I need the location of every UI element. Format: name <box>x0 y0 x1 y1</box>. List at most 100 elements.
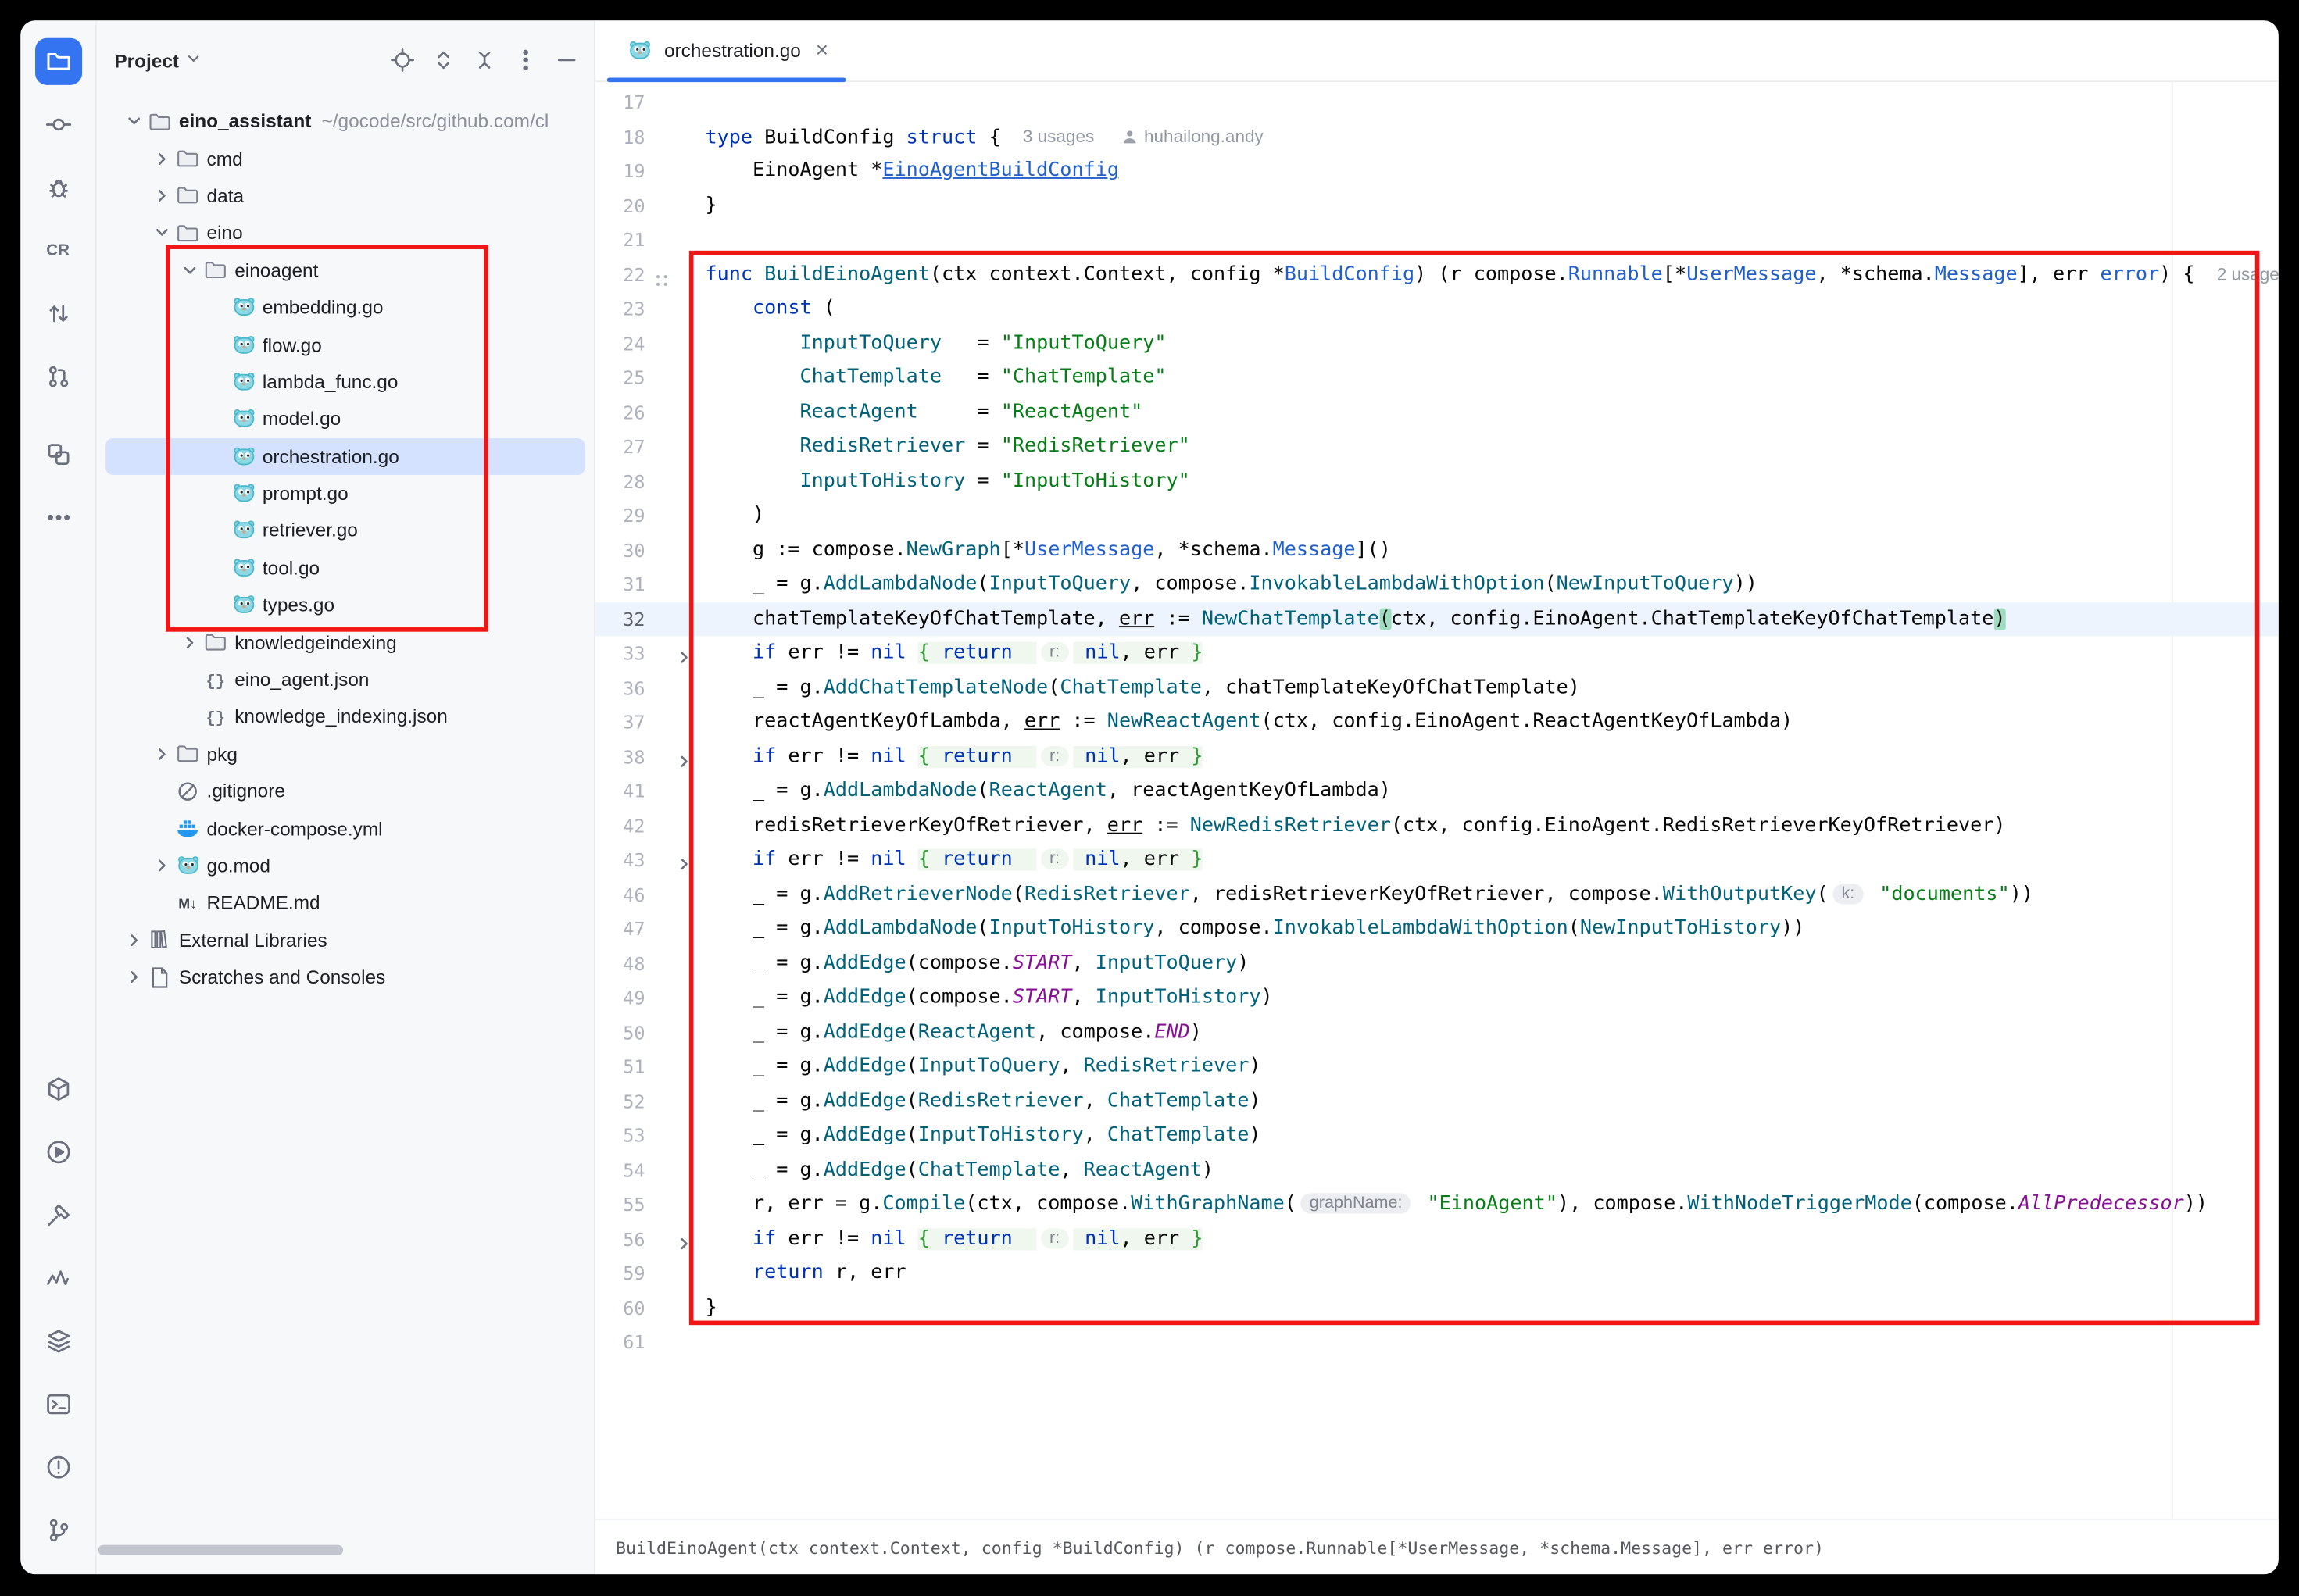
tree-item-orchestration-go[interactable]: orchestration.go <box>105 437 585 475</box>
tree-item-knowledge-indexing-json[interactable]: {}knowledge_indexing.json <box>105 698 585 736</box>
line-number[interactable]: 47 <box>595 912 645 946</box>
git-update-tool-button[interactable] <box>34 291 81 337</box>
code-line-27[interactable]: 27 RedisRetriever = "RedisRetriever" <box>595 430 2279 464</box>
tab-close-icon[interactable]: × <box>816 38 828 63</box>
tree-item-cmd[interactable]: cmd <box>105 140 585 177</box>
line-number[interactable]: 55 <box>595 1187 645 1222</box>
code-line-56[interactable]: 56 if err != nil { return r: nil, err } <box>595 1222 2279 1256</box>
line-number[interactable]: 21 <box>595 223 645 257</box>
line-number[interactable]: 51 <box>595 1049 645 1084</box>
line-number[interactable]: 29 <box>595 498 645 533</box>
tree-item-flow-go[interactable]: flow.go <box>105 326 585 363</box>
tree-item-model-go[interactable]: model.go <box>105 400 585 437</box>
code-line-51[interactable]: 51 _ = g.AddEdge(InputToQuery, RedisRetr… <box>595 1049 2279 1084</box>
code-line-29[interactable]: 29 ) <box>595 498 2279 533</box>
line-number[interactable]: 20 <box>595 188 645 223</box>
code-line-28[interactable]: 28 InputToHistory = "InputToHistory" <box>595 464 2279 498</box>
line-number[interactable]: 53 <box>595 1119 645 1153</box>
code-line-22[interactable]: 22func BuildEinoAgent(ctx context.Contex… <box>595 257 2279 291</box>
line-number[interactable]: 26 <box>595 395 645 430</box>
version-control-tool-button[interactable] <box>35 1507 82 1554</box>
tree-item-data[interactable]: data <box>105 177 585 215</box>
code-line-20[interactable]: 20} <box>595 188 2279 223</box>
build-tool-button[interactable] <box>35 1191 82 1238</box>
code-line-21[interactable]: 21 <box>595 223 2279 257</box>
line-number[interactable]: 46 <box>595 877 645 912</box>
code-line-31[interactable]: 31 _ = g.AddLambdaNode(InputToQuery, com… <box>595 567 2279 602</box>
code-line-23[interactable]: 23 const ( <box>595 291 2279 326</box>
code-review-tool-button[interactable]: CR <box>34 227 81 274</box>
tree-item-knowledgeindexing[interactable]: knowledgeindexing <box>105 623 585 661</box>
services-tool-button[interactable] <box>35 1318 82 1365</box>
line-number[interactable]: 28 <box>595 464 645 498</box>
code-line-59[interactable]: 59 return r, err <box>595 1256 2279 1291</box>
line-number[interactable]: 38 <box>595 740 645 774</box>
line-number[interactable]: 56 <box>595 1222 645 1256</box>
tree-item-lambda-func-go[interactable]: lambda_func.go <box>105 363 585 401</box>
line-number[interactable]: 18 <box>595 120 645 154</box>
code-line-52[interactable]: 52 _ = g.AddEdge(RedisRetriever, ChatTem… <box>595 1084 2279 1119</box>
tree-item-pkg[interactable]: pkg <box>105 735 585 773</box>
line-number[interactable]: 60 <box>595 1291 645 1325</box>
code-line-53[interactable]: 53 _ = g.AddEdge(InputToHistory, ChatTem… <box>595 1119 2279 1153</box>
line-number[interactable]: 41 <box>595 774 645 809</box>
parameter-hint[interactable]: graphName: <box>1301 1193 1411 1213</box>
project-panel-title[interactable]: Project <box>114 49 202 71</box>
code-line-43[interactable]: 43 if err != nil { return r: nil, err } <box>595 843 2279 877</box>
code-line-48[interactable]: 48 _ = g.AddEdge(compose.START, InputToQ… <box>595 946 2279 980</box>
tree-item-types-go[interactable]: types.go <box>105 587 585 624</box>
parameter-hint[interactable]: r: <box>1041 642 1069 662</box>
tree-item-embedding-go[interactable]: embedding.go <box>105 289 585 327</box>
tree-item-einoagent[interactable]: einoagent <box>105 252 585 289</box>
usages-inlay[interactable]: 3 usages <box>1023 127 1094 147</box>
tree-item-external-libraries[interactable]: External Libraries <box>105 921 585 959</box>
chevron-down-icon[interactable] <box>179 261 201 280</box>
expand-all-icon[interactable] <box>431 48 456 73</box>
chevron-right-icon[interactable] <box>151 149 173 168</box>
code-line-54[interactable]: 54 _ = g.AddEdge(ChatTemplate, ReactAgen… <box>595 1153 2279 1187</box>
line-number[interactable]: 27 <box>595 430 645 464</box>
parameter-hint[interactable]: k: <box>1832 883 1863 903</box>
line-number[interactable]: 50 <box>595 1015 645 1049</box>
line-number[interactable]: 43 <box>595 843 645 877</box>
chevron-right-icon[interactable] <box>123 930 145 949</box>
dependencies-tool-button[interactable] <box>35 1066 82 1112</box>
line-number[interactable]: 32 <box>595 602 645 636</box>
parameter-hint[interactable]: r: <box>1041 1227 1069 1248</box>
line-number[interactable]: 19 <box>595 154 645 188</box>
line-number[interactable]: 37 <box>595 705 645 740</box>
code-line-49[interactable]: 49 _ = g.AddEdge(compose.START, InputToH… <box>595 980 2279 1015</box>
line-number[interactable]: 42 <box>595 809 645 843</box>
code-line-33[interactable]: 33 if err != nil { return r: nil, err } <box>595 636 2279 670</box>
code-line-60[interactable]: 60} <box>595 1291 2279 1325</box>
parameter-hint[interactable]: r: <box>1041 745 1069 766</box>
line-number[interactable]: 54 <box>595 1153 645 1187</box>
terminal-tool-button[interactable] <box>35 1380 82 1427</box>
chevron-right-icon[interactable] <box>151 186 173 205</box>
tree-item-eino[interactable]: eino <box>105 214 585 252</box>
tree-item-prompt-go[interactable]: prompt.go <box>105 475 585 512</box>
line-number[interactable]: 22 <box>595 257 645 291</box>
profiler-tool-button[interactable] <box>35 1255 82 1301</box>
line-number[interactable]: 36 <box>595 670 645 705</box>
code-line-18[interactable]: 18type BuildConfig struct {3 usageshuhai… <box>595 120 2279 154</box>
tree-item-eino-assistant[interactable]: eino_assistant~/gocode/src/github.com/cl <box>105 102 585 140</box>
code-line-50[interactable]: 50 _ = g.AddEdge(ReactAgent, compose.END… <box>595 1015 2279 1049</box>
tree-item-docker-compose-yml[interactable]: docker-compose.yml <box>105 810 585 848</box>
code-line-37[interactable]: 37 reactAgentKeyOfLambda, err := NewReac… <box>595 705 2279 740</box>
code-line-24[interactable]: 24 InputToQuery = "InputToQuery" <box>595 326 2279 360</box>
tab-orchestration-go[interactable]: orchestration.go × <box>607 20 846 80</box>
line-number[interactable]: 31 <box>595 567 645 602</box>
code-line-38[interactable]: 38 if err != nil { return r: nil, err } <box>595 740 2279 774</box>
line-number[interactable]: 25 <box>595 361 645 395</box>
line-number[interactable]: 59 <box>595 1256 645 1291</box>
chevron-right-icon[interactable] <box>123 968 145 987</box>
more-tools-tool-button[interactable] <box>34 494 81 541</box>
code-line-47[interactable]: 47 _ = g.AddLambdaNode(InputToHistory, c… <box>595 912 2279 946</box>
hide-panel-icon[interactable] <box>554 48 579 73</box>
chevron-right-icon[interactable] <box>151 856 173 875</box>
project-tool-button[interactable] <box>34 38 81 85</box>
line-number[interactable]: 23 <box>595 291 645 326</box>
editor-code-area[interactable]: 1718type BuildConfig struct {3 usageshuh… <box>595 82 2279 1519</box>
code-line-32[interactable]: 32 chatTemplateKeyOfChatTemplate, err :=… <box>595 602 2279 636</box>
